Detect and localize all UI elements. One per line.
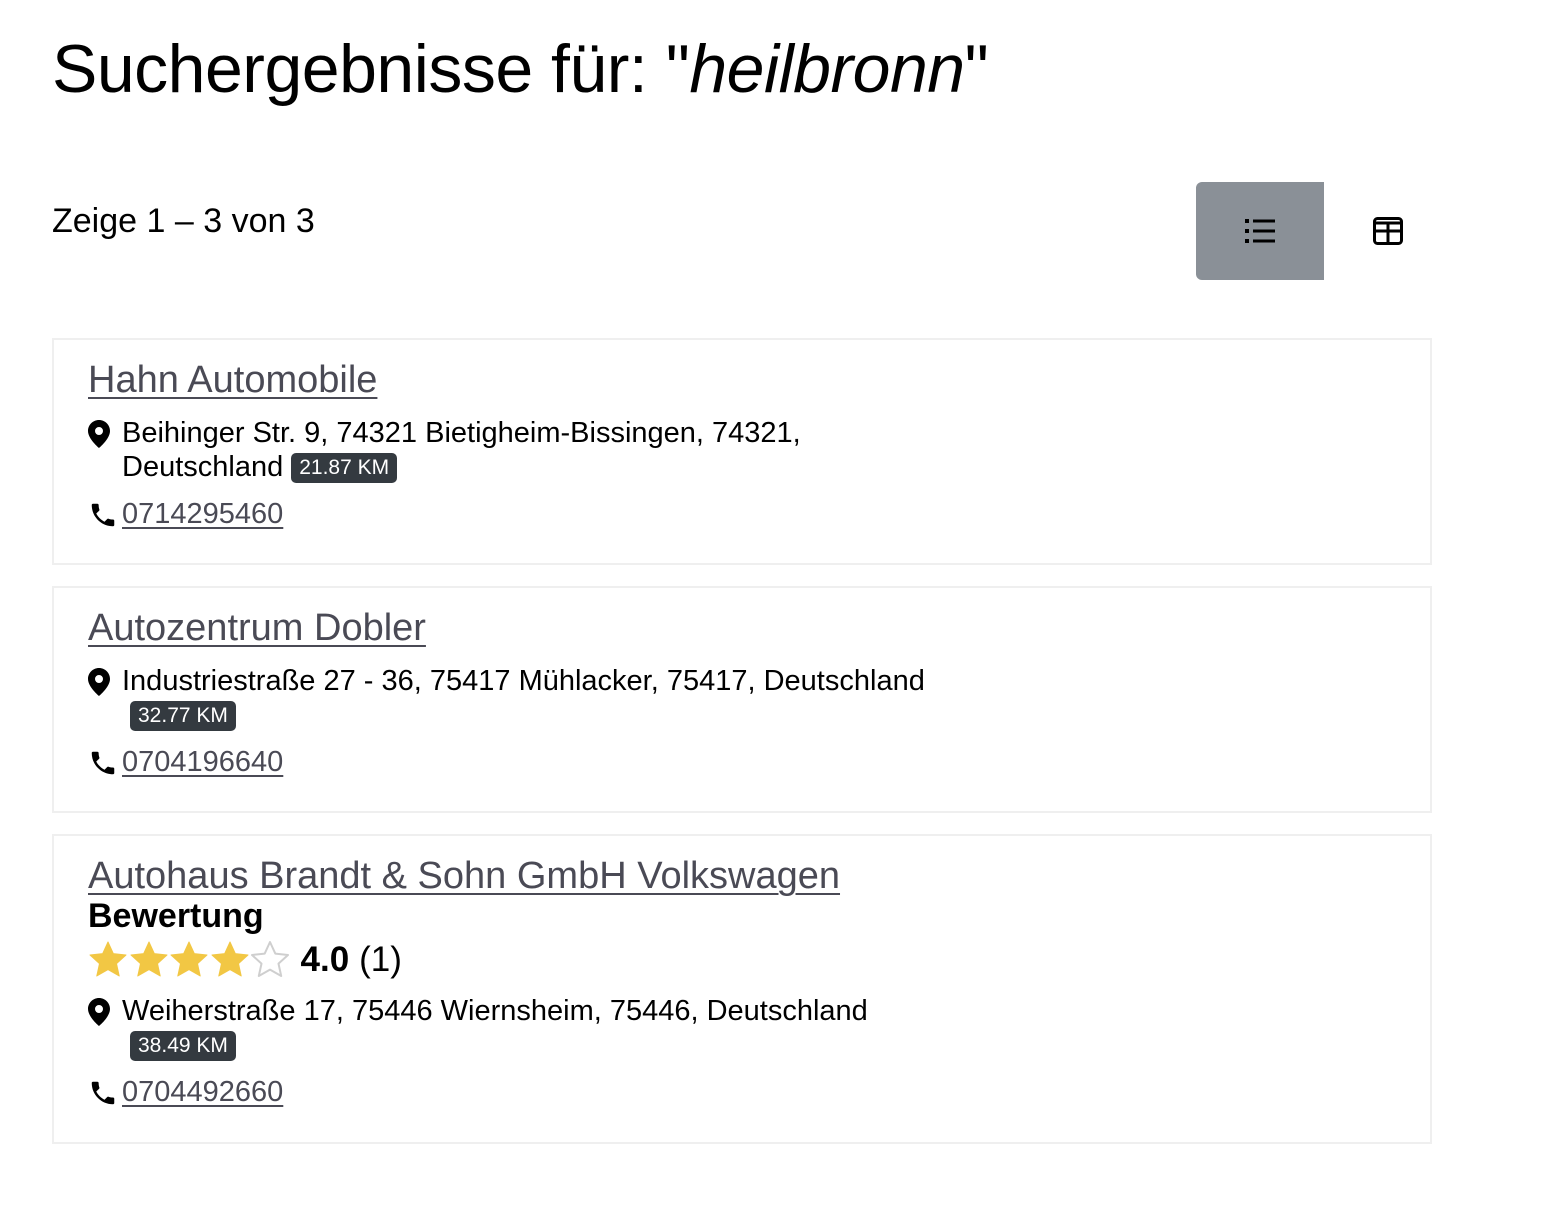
star-filled-icon xyxy=(130,941,167,977)
rating-count: (1) xyxy=(359,940,402,979)
result-card: Hahn Automobile Beihinger Str. 9, 74321 … xyxy=(52,338,1432,565)
view-toggle xyxy=(1196,182,1452,280)
address: Industriestraße 27 - 36, 75417 Mühlacker… xyxy=(122,664,925,732)
title-suffix: " xyxy=(964,31,989,107)
distance-badge: 21.87 KM xyxy=(291,453,398,483)
page-title: Suchergebnisse für: "heilbronn" xyxy=(52,30,989,108)
address-row: Weiherstraße 17, 75446 Wiernsheim, 75446… xyxy=(88,994,1396,1062)
address: Weiherstraße 17, 75446 Wiernsheim, 75446… xyxy=(122,994,868,1062)
result-card: Autohaus Brandt & Sohn GmbH Volkswagen B… xyxy=(52,834,1432,1144)
distance-badge: 38.49 KM xyxy=(130,1031,236,1061)
phone-link[interactable]: 0704492660 xyxy=(122,1076,283,1109)
phone-row: 0704196640 xyxy=(88,746,1396,779)
phone-icon xyxy=(88,500,122,530)
phone-link[interactable]: 0714295460 xyxy=(122,498,283,531)
result-count: Zeige 1 – 3 von 3 xyxy=(52,202,315,240)
title-prefix: Suchergebnisse für: " xyxy=(52,31,690,107)
star-filled-icon xyxy=(211,941,248,977)
star-empty-icon xyxy=(251,941,289,977)
distance-badge: 32.77 KM xyxy=(130,701,236,731)
results-list: Hahn Automobile Beihinger Str. 9, 74321 … xyxy=(52,338,1432,1165)
map-pin-icon xyxy=(88,420,122,448)
rating-label: Bewertung xyxy=(88,897,264,935)
list-icon xyxy=(1245,219,1275,243)
map-pin-icon xyxy=(88,668,122,696)
result-title-link[interactable]: Autohaus Brandt & Sohn GmbH Volkswagen xyxy=(88,854,840,898)
phone-row: 0704492660 xyxy=(88,1076,1396,1109)
grid-view-button[interactable] xyxy=(1324,182,1452,280)
result-title-link[interactable]: Hahn Automobile xyxy=(88,358,377,402)
list-view-button[interactable] xyxy=(1196,182,1324,280)
address: Beihinger Str. 9, 74321 Bietigheim-Bissi… xyxy=(122,416,801,484)
address-row: Industriestraße 27 - 36, 75417 Mühlacker… xyxy=(88,664,1396,732)
phone-link[interactable]: 0704196640 xyxy=(122,746,283,779)
result-title-link[interactable]: Autozentrum Dobler xyxy=(88,606,426,650)
map-pin-icon xyxy=(88,998,122,1026)
star-filled-icon xyxy=(170,941,208,977)
address-line-2: Deutschland xyxy=(122,451,284,483)
result-card: Autozentrum Dobler Industriestraße 27 - … xyxy=(52,586,1432,813)
address-row: Beihinger Str. 9, 74321 Bietigheim-Bissi… xyxy=(88,416,1396,484)
address-line-1: Beihinger Str. 9, 74321 Bietigheim-Bissi… xyxy=(122,417,801,449)
grid-icon xyxy=(1373,217,1403,245)
search-query: heilbronn xyxy=(689,31,965,107)
star-rating xyxy=(88,940,291,980)
address-line-1: Weiherstraße 17, 75446 Wiernsheim, 75446… xyxy=(122,995,868,1027)
phone-icon xyxy=(88,748,122,778)
rating-row: 4.0 (1) xyxy=(88,936,1396,984)
phone-icon xyxy=(88,1078,122,1108)
star-filled-icon xyxy=(89,941,127,977)
phone-row: 0714295460 xyxy=(88,498,1396,531)
rating-value: 4.0 xyxy=(300,940,350,979)
address-line-1: Industriestraße 27 - 36, 75417 Mühlacker… xyxy=(122,665,925,697)
